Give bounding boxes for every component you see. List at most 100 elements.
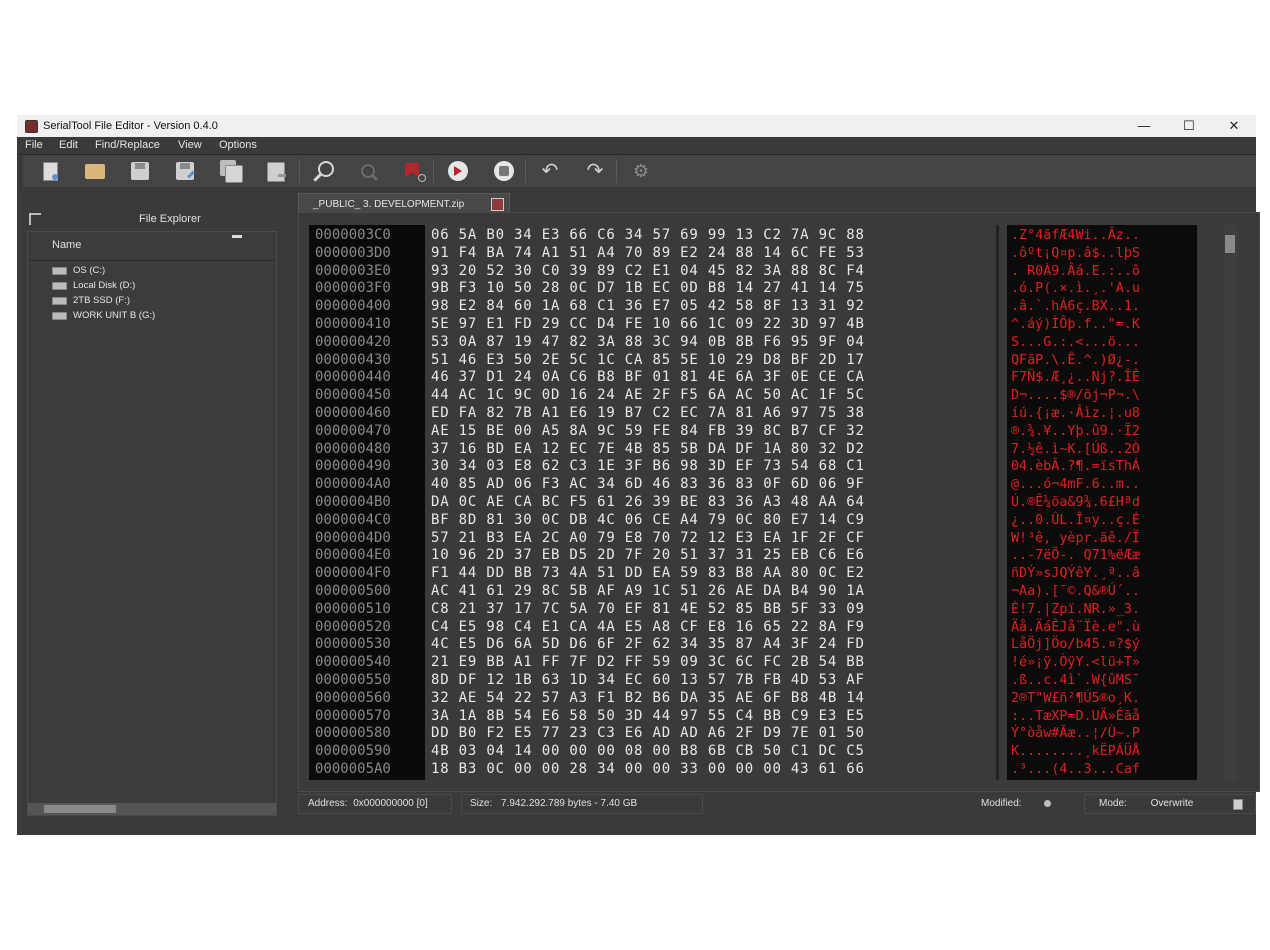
hex-row[interactable]: 93 20 52 30 C0 39 89 C2 E1 04 45 82 3A 8… (431, 263, 865, 281)
bookmark-icon[interactable] (403, 160, 426, 182)
ascii-row[interactable]: .Z°4ãfÆ4Wi..Âz.. (1011, 227, 1140, 245)
hex-row[interactable]: 4B 03 04 14 00 00 00 08 00 B8 6B CB 50 C… (431, 743, 865, 761)
ascii-row[interactable]: .³...(4..3...Caf (1011, 761, 1140, 779)
modified-indicator-icon (1044, 800, 1051, 807)
ascii-row[interactable]: 04.èbÃ.?¶.=ïsThÁ (1011, 458, 1140, 476)
hex-row[interactable]: 18 B3 0C 00 00 28 34 00 00 33 00 00 00 4… (431, 761, 865, 779)
start-monitor-icon[interactable] (447, 160, 469, 182)
ascii-row[interactable]: D¬....$®/õj¬P¬.\ (1011, 387, 1140, 405)
stop-monitor-icon[interactable] (493, 160, 515, 182)
hex-row[interactable]: 98 E2 84 60 1A 68 C1 36 E7 05 42 58 8F 1… (431, 298, 865, 316)
hex-row[interactable]: 40 85 AD 06 F3 AC 34 6D 46 83 36 83 0F 6… (431, 476, 865, 494)
ascii-row[interactable]: !é»¡ÿ.ÒÿY.<lü+T» (1011, 654, 1140, 672)
maximize-button[interactable]: ☐ (1166, 115, 1212, 137)
ascii-row[interactable]: ®.¾.¥..Yþ.û9.·Ï2 (1011, 423, 1140, 441)
hex-row[interactable]: DD B0 F2 E5 77 23 C3 E6 AD AD A6 2F D9 7… (431, 725, 865, 743)
ascii-row[interactable]: @...ó¬4mF.6..m.. (1011, 476, 1140, 494)
ascii-row[interactable]: .ó.P(.×.ì.¸.'A.u (1011, 280, 1140, 298)
hex-row[interactable]: ED FA 82 7B A1 E6 19 B7 C2 EC 7A 81 A6 9… (431, 405, 865, 423)
ascii-row[interactable]: .ôºt¡Q¤p.â$..lþS (1011, 245, 1140, 263)
ascii-row[interactable]: K........¸kËPÁÜÅ (1011, 743, 1140, 761)
ascii-row[interactable]: 2®T"W£ñ²¶Ú5®o¸K. (1011, 690, 1140, 708)
undo-icon[interactable]: ↶ (539, 160, 561, 182)
hex-row[interactable]: 91 F4 BA 74 A1 51 A4 70 89 E2 24 88 14 6… (431, 245, 865, 263)
ascii-row[interactable]: ^.áý)ÌÔþ.f.."=.K (1011, 316, 1140, 334)
hex-row[interactable]: 3A 1A 8B 54 E6 58 50 3D 44 97 55 C4 BB C… (431, 708, 865, 726)
ascii-row[interactable]: ..-7ëÕ-. Q71%ëÆæ (1011, 547, 1140, 565)
ascii-row[interactable]: . R0À9.Âá.E.:..ô (1011, 263, 1140, 281)
menu-view[interactable]: View (178, 139, 202, 151)
save-all-icon[interactable] (220, 160, 243, 183)
minimize-button[interactable]: — (1121, 115, 1167, 137)
ascii-row[interactable]: S...G.:.<...ö... (1011, 334, 1140, 352)
ascii-row[interactable]: ¬Aa).[¯©.Q&®Ú´.. (1011, 583, 1140, 601)
hex-row[interactable]: C4 E5 98 C4 E1 CA 4A E5 A8 CF E8 16 65 2… (431, 619, 865, 637)
hex-row[interactable]: 4C E5 D6 6A 5D D6 6F 2F 62 34 35 87 A4 3… (431, 636, 865, 654)
tab-file[interactable]: _PUBLIC_ 3. DEVELOPMENT.zip (298, 193, 510, 214)
mode-toggle-icon[interactable] (1233, 799, 1243, 810)
hex-row[interactable]: 21 E9 BB A1 FF 7F D2 FF 59 09 3C 6C FC 2… (431, 654, 865, 672)
save-icon[interactable] (129, 160, 151, 182)
vertical-scrollbar[interactable] (1223, 225, 1237, 780)
ascii-row[interactable]: ñDÝ»sJQÝêY.¸ª..â (1011, 565, 1140, 583)
mode-status[interactable]: Mode: Overwrite (1084, 794, 1256, 814)
hex-row[interactable]: 32 AE 54 22 57 A3 F1 B2 B6 DA 35 AE 6F B… (431, 690, 865, 708)
hex-bytes-column[interactable]: 06 5A B0 34 E3 66 C6 34 57 69 99 13 C2 7… (425, 225, 995, 780)
ascii-row[interactable]: F7Ñ$.Æ¸¿..Nj?.ÎÊ (1011, 369, 1140, 387)
menu-file[interactable]: File (25, 139, 43, 151)
hex-row[interactable]: C8 21 37 17 7C 5A 70 EF 81 4E 52 85 BB 5… (431, 601, 865, 619)
hex-row[interactable]: DA 0C AE CA BC F5 61 26 39 BE 83 36 A3 4… (431, 494, 865, 512)
hex-row[interactable]: 53 0A 87 19 47 82 3A 88 3C 94 0B 8B F6 9… (431, 334, 865, 352)
drive-icon (52, 282, 67, 290)
settings-gear-icon[interactable]: ⚙ (630, 160, 652, 182)
search-icon[interactable] (312, 160, 334, 182)
ascii-row[interactable]: Ú.®Ê¼õa&9¾.6£Hªd (1011, 494, 1140, 512)
new-file-icon[interactable] (39, 160, 61, 182)
hex-row[interactable]: BF 8D 81 30 0C DB 4C 06 CE A4 79 0C 80 E… (431, 512, 865, 530)
hex-row[interactable]: 10 96 2D 37 EB D5 2D 7F 20 51 37 31 25 E… (431, 547, 865, 565)
ascii-column[interactable]: .Z°4ãfÆ4Wi..Âz.. .ôºt¡Q¤p.â$..lþS. R0À9.Â… (1007, 225, 1197, 780)
explorer-column-header[interactable]: Name (28, 232, 276, 261)
close-button[interactable]: ✕ (1211, 115, 1257, 137)
tree-toggle-icon[interactable] (29, 213, 41, 225)
save-as-icon[interactable] (174, 160, 196, 182)
ascii-row[interactable]: .ß..c.4ì`.W{ûMS¯ (1011, 672, 1140, 690)
hex-row[interactable]: 37 16 BD EA 12 EC 7E 4B 85 5B DA DF 1A 8… (431, 441, 865, 459)
modified-status: Modified: (976, 794, 1078, 814)
ascii-row[interactable]: .â.`.hÁ6ç.BX..1. (1011, 298, 1140, 316)
hex-row[interactable]: AE 15 BE 00 A5 8A 9C 59 FE 84 FB 39 8C B… (431, 423, 865, 441)
menu-find-replace[interactable]: Find/Replace (95, 139, 160, 151)
hex-row[interactable]: 51 46 E3 50 2E 5C 1C CA 85 5E 10 29 D8 B… (431, 352, 865, 370)
redo-icon[interactable]: ↷ (584, 160, 606, 182)
ascii-row[interactable]: Ý°òåw#Ãæ..¦/Ù~.P (1011, 725, 1140, 743)
hex-row[interactable]: 8D DF 12 1B 63 1D 34 EC 60 13 57 7B FB 4… (431, 672, 865, 690)
tab-close-icon[interactable] (491, 198, 504, 211)
ascii-row[interactable]: È!7.|Zpï.NR.»_3. (1011, 601, 1140, 619)
hex-row[interactable]: 57 21 B3 EA 2C A0 79 E8 70 72 12 E3 EA 1… (431, 530, 865, 548)
ascii-row[interactable]: íú.{¡æ.·Âìz.¦.u8 (1011, 405, 1140, 423)
hex-row[interactable]: F1 44 DD BB 73 4A 51 DD EA 59 83 B8 AA 8… (431, 565, 865, 583)
hex-row[interactable]: 5E 97 E1 FD 29 CC D4 FE 10 66 1C 09 22 3… (431, 316, 865, 334)
ascii-row[interactable]: Äå.ÄáÊJå¨Ïè.e".ù (1011, 619, 1140, 637)
ascii-row[interactable]: ¿..0.ÛL.Î¤y..ç.É (1011, 512, 1140, 530)
ascii-row[interactable]: LåÖj]Öo/b45.¤?$ý (1011, 636, 1140, 654)
find-next-icon[interactable] (358, 160, 380, 182)
hex-row[interactable]: 30 34 03 E8 62 C3 1E 3F B6 98 3D EF 73 5… (431, 458, 865, 476)
ascii-row[interactable]: W!³ê, yèpr.ãê./Ï (1011, 530, 1140, 548)
scrollbar-thumb[interactable] (1225, 235, 1235, 253)
open-folder-icon[interactable] (84, 160, 106, 182)
ascii-row[interactable]: :..TæXP=D.UÄ»Éãå (1011, 708, 1140, 726)
explorer-horizontal-scrollbar[interactable] (28, 803, 276, 815)
ascii-row[interactable]: QFãP.\.Ê.^.)Ø¿-. (1011, 352, 1140, 370)
close-file-icon[interactable] (265, 160, 287, 182)
ascii-row[interactable]: 7.½ê.ì~K.[Úß..2Ò (1011, 441, 1140, 459)
menu-options[interactable]: Options (219, 139, 257, 151)
hex-row[interactable]: 44 AC 1C 9C 0D 16 24 AE 2F F5 6A AC 50 A… (431, 387, 865, 405)
scrollbar-thumb[interactable] (44, 805, 116, 813)
hex-row[interactable]: 46 37 D1 24 0A C6 B8 BF 01 81 4E 6A 3F 0… (431, 369, 865, 387)
menu-edit[interactable]: Edit (59, 139, 78, 151)
hex-row[interactable]: 9B F3 10 50 28 0C D7 1B EC 0D B8 14 27 4… (431, 280, 865, 298)
hex-view[interactable]: 0000003C0 0000003D0 0000003E0 0000003F0 0000… (298, 212, 1260, 792)
hex-row[interactable]: AC 41 61 29 8C 5B AF A9 1C 51 26 AE DA B… (431, 583, 865, 601)
hex-row[interactable]: 06 5A B0 34 E3 66 C6 34 57 69 99 13 C2 7… (431, 227, 865, 245)
